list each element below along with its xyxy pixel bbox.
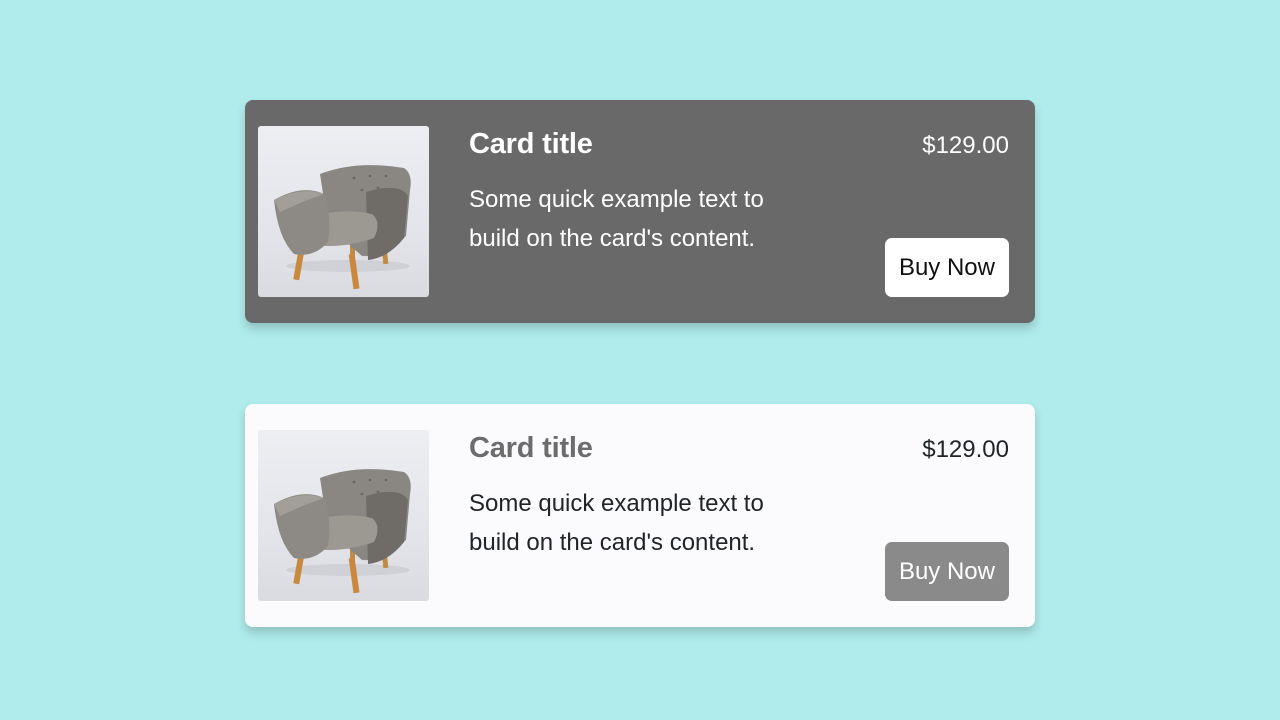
product-card-dark: Card title Some quick example text to bu… <box>245 100 1035 323</box>
card-price: $129.00 <box>922 436 1009 463</box>
armchair-image <box>258 126 429 297</box>
card-text: Some quick example text to build on the … <box>469 186 764 252</box>
card-price: $129.00 <box>922 132 1009 159</box>
armchair-image <box>258 430 429 601</box>
buy-now-button[interactable]: Buy Now <box>884 238 1009 297</box>
buy-now-button[interactable]: Buy Now <box>884 542 1009 601</box>
card-title: Card title <box>469 432 593 464</box>
card-text: Some quick example text to build on the … <box>469 490 764 556</box>
product-card-light: Card title Some quick example text to bu… <box>245 404 1035 627</box>
card-title: Card title <box>469 128 593 160</box>
